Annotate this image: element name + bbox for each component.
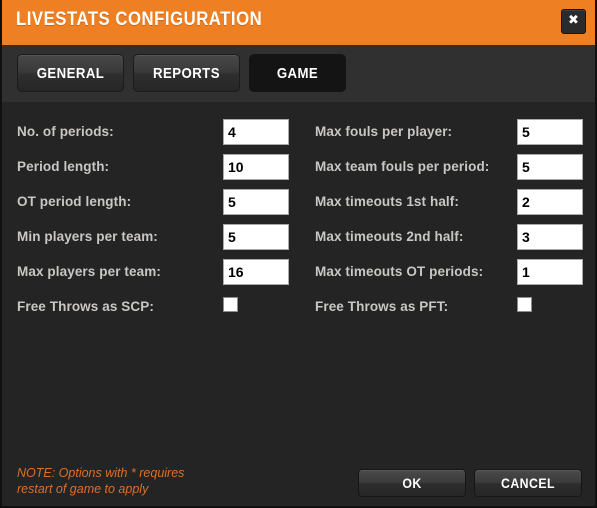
tab-general-label: GENERAL [36,64,105,82]
field-max-timeouts-2nd-half: Max timeouts 2nd half: [2,224,592,252]
titlebar: LIVESTATS CONFIGURATION ✖ [2,0,595,45]
tab-game-label: GAME [276,64,319,82]
tab-game[interactable]: GAME [249,54,346,92]
field-label: Max timeouts 2nd half: [315,229,464,244]
tab-reports-label: REPORTS [153,64,220,82]
tab-reports[interactable]: REPORTS [133,54,240,92]
field-label: Max timeouts OT periods: [315,264,484,279]
field-max-team-fouls-per-period: Max team fouls per period: [2,154,592,182]
game-settings-panel: No. of periods: Period length: OT period… [2,102,595,456]
close-icon: ✖ [568,13,579,28]
field-label: Max team fouls per period: [315,159,490,174]
max-fouls-per-player-input[interactable] [517,119,583,145]
window-title: LIVESTATS CONFIGURATION [16,9,263,30]
max-team-fouls-per-period-input[interactable] [517,154,583,180]
ok-button[interactable]: OK [358,469,466,497]
footer: NOTE: Options with * requires restart of… [2,456,595,506]
livestats-configuration-dialog: LIVESTATS CONFIGURATION ✖ GENERAL REPORT… [0,0,597,508]
field-label: Max fouls per player: [315,124,453,139]
field-label: Max timeouts 1st half: [315,194,459,209]
field-max-timeouts-1st-half: Max timeouts 1st half: [2,189,592,217]
free-throws-as-pft-checkbox[interactable] [517,297,532,312]
close-button[interactable]: ✖ [561,9,586,34]
cancel-button-label: CANCEL [501,475,555,491]
max-timeouts-1st-half-input[interactable] [517,189,583,215]
field-max-fouls-per-player: Max fouls per player: [2,119,592,147]
cancel-button[interactable]: CANCEL [474,469,582,497]
max-timeouts-2nd-half-input[interactable] [517,224,583,250]
max-timeouts-ot-periods-input[interactable] [517,259,583,285]
tab-general[interactable]: GENERAL [17,54,124,92]
restart-note: NOTE: Options with * requires restart of… [17,466,185,496]
field-max-timeouts-ot-periods: Max timeouts OT periods: [2,259,592,287]
ok-button-label: OK [402,475,422,491]
field-label: Free Throws as PFT: [315,299,449,314]
tab-bar: GENERAL REPORTS GAME [2,45,595,102]
field-free-throws-as-pft: Free Throws as PFT: [2,294,592,322]
